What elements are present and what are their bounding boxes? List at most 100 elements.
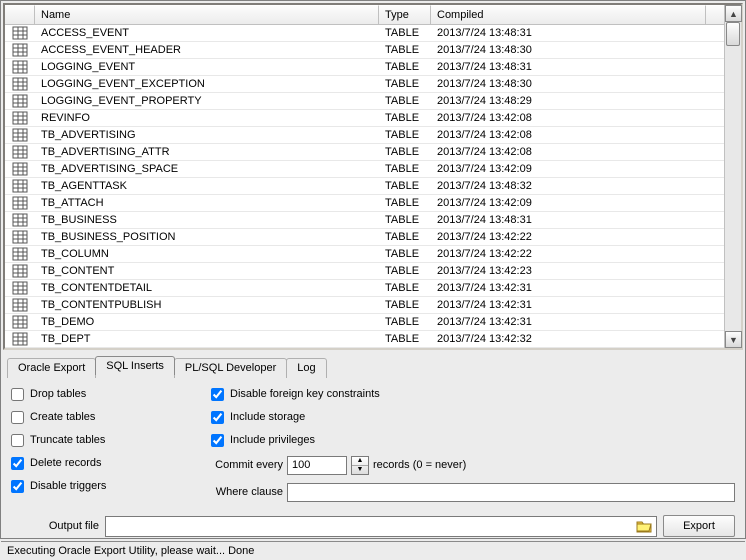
cell-compiled: 2013/7/24 13:48:32 [431, 179, 724, 193]
scroll-thumb[interactable] [726, 22, 740, 46]
table-icon [5, 26, 35, 40]
table-icon [5, 230, 35, 244]
table-row[interactable]: ACCESS_EVENT_HEADERTABLE2013/7/24 13:48:… [5, 42, 724, 59]
cell-compiled: 2013/7/24 13:42:08 [431, 145, 724, 159]
table-row[interactable]: TB_AGENTTASKTABLE2013/7/24 13:48:32 [5, 178, 724, 195]
checkbox-include-storage[interactable] [211, 411, 224, 424]
cell-name: TB_CONTENT [35, 264, 379, 278]
cell-name: TB_ATTACH [35, 196, 379, 210]
grid-header: Name Type Compiled [5, 5, 724, 25]
table-row[interactable]: TB_ADVERTISINGTABLE2013/7/24 13:42:08 [5, 127, 724, 144]
cell-type: TABLE [379, 94, 431, 108]
cell-compiled: 2013/7/24 13:42:22 [431, 247, 724, 261]
table-row[interactable]: ACCESS_EVENTTABLE2013/7/24 13:48:31 [5, 25, 724, 42]
cell-name: ACCESS_EVENT [35, 26, 379, 40]
table-row[interactable]: TB_COLUMNTABLE2013/7/24 13:42:22 [5, 246, 724, 263]
checkbox-include-privileges[interactable] [211, 434, 224, 447]
table-icon [5, 43, 35, 57]
table-row[interactable]: LOGGING_EVENT_EXCEPTIONTABLE2013/7/24 13… [5, 76, 724, 93]
table-row[interactable]: TB_DEMOTABLE2013/7/24 13:42:31 [5, 314, 724, 331]
cell-name: TB_CONTENTDETAIL [35, 281, 379, 295]
scroll-down-button[interactable]: ▼ [725, 331, 742, 348]
table-icon [5, 162, 35, 176]
table-icon [5, 60, 35, 74]
cell-name: TB_COLUMN [35, 247, 379, 261]
table-icon [5, 145, 35, 159]
cell-name: LOGGING_EVENT_PROPERTY [35, 94, 379, 108]
table-row[interactable]: LOGGING_EVENT_PROPERTYTABLE2013/7/24 13:… [5, 93, 724, 110]
cell-type: TABLE [379, 77, 431, 91]
cell-name: TB_ADVERTISING_SPACE [35, 162, 379, 176]
table-row[interactable]: TB_BUSINESSTABLE2013/7/24 13:48:31 [5, 212, 724, 229]
checkbox-disable-triggers[interactable] [11, 480, 24, 493]
cell-compiled: 2013/7/24 13:42:08 [431, 128, 724, 142]
column-header-spacer [706, 5, 724, 24]
tab-log[interactable]: Log [286, 358, 326, 378]
cell-compiled: 2013/7/24 13:42:08 [431, 111, 724, 125]
table-row[interactable]: TB_DEPTTABLE2013/7/24 13:42:32 [5, 331, 724, 348]
label-where-clause: Where clause [211, 486, 283, 498]
cell-name: REVINFO [35, 111, 379, 125]
table-row[interactable]: TB_ADVERTISING_ATTRTABLE2013/7/24 13:42:… [5, 144, 724, 161]
cell-name: ACCESS_EVENT_HEADER [35, 43, 379, 57]
cell-type: TABLE [379, 230, 431, 244]
cell-type: TABLE [379, 111, 431, 125]
tab-plsql-developer[interactable]: PL/SQL Developer [174, 358, 287, 378]
label-truncate-tables: Truncate tables [30, 434, 105, 446]
label-disable-triggers: Disable triggers [30, 480, 106, 492]
table-icon [5, 77, 35, 91]
cell-compiled: 2013/7/24 13:42:09 [431, 162, 724, 176]
cell-compiled: 2013/7/24 13:42:31 [431, 315, 724, 329]
checkbox-create-tables[interactable] [11, 411, 24, 424]
scroll-up-button[interactable]: ▲ [725, 5, 742, 22]
input-output-file[interactable] [106, 520, 633, 532]
cell-compiled: 2013/7/24 13:48:31 [431, 26, 724, 40]
table-row[interactable]: LOGGING_EVENTTABLE2013/7/24 13:48:31 [5, 59, 724, 76]
folder-icon [636, 519, 652, 533]
vertical-scrollbar[interactable]: ▲ ▼ [724, 5, 741, 348]
cell-compiled: 2013/7/24 13:42:31 [431, 281, 724, 295]
cell-name: LOGGING_EVENT_EXCEPTION [35, 77, 379, 91]
column-header-compiled[interactable]: Compiled [431, 5, 706, 24]
label-create-tables: Create tables [30, 411, 95, 423]
cell-compiled: 2013/7/24 13:42:22 [431, 230, 724, 244]
cell-name: TB_DEMO [35, 315, 379, 329]
column-header-icon[interactable] [5, 5, 35, 24]
table-row[interactable]: TB_CONTENTDETAILTABLE2013/7/24 13:42:31 [5, 280, 724, 297]
checkbox-drop-tables[interactable] [11, 388, 24, 401]
table-icon [5, 111, 35, 125]
cell-type: TABLE [379, 281, 431, 295]
spinner-commit[interactable]: ▲▼ [351, 456, 369, 475]
checkbox-disable-fk[interactable] [211, 388, 224, 401]
cell-compiled: 2013/7/24 13:48:29 [431, 94, 724, 108]
cell-compiled: 2013/7/24 13:42:09 [431, 196, 724, 210]
table-row[interactable]: TB_BUSINESS_POSITIONTABLE2013/7/24 13:42… [5, 229, 724, 246]
table-row[interactable]: TB_CONTENTPUBLISHTABLE2013/7/24 13:42:31 [5, 297, 724, 314]
table-icon [5, 281, 35, 295]
cell-type: TABLE [379, 264, 431, 278]
cell-compiled: 2013/7/24 13:48:30 [431, 43, 724, 57]
table-icon [5, 94, 35, 108]
tab-oracle-export[interactable]: Oracle Export [7, 358, 96, 378]
cell-compiled: 2013/7/24 13:42:23 [431, 264, 724, 278]
table-row[interactable]: REVINFOTABLE2013/7/24 13:42:08 [5, 110, 724, 127]
column-header-type[interactable]: Type [379, 5, 431, 24]
table-icon [5, 247, 35, 261]
tab-sql-inserts[interactable]: SQL Inserts [95, 356, 175, 376]
label-commit-every: Commit every [211, 459, 283, 471]
table-row[interactable]: TB_ATTACHTABLE2013/7/24 13:42:09 [5, 195, 724, 212]
cell-name: TB_ADVERTISING [35, 128, 379, 142]
export-button[interactable]: Export [663, 515, 735, 537]
column-header-name[interactable]: Name [35, 5, 379, 24]
input-commit-every[interactable] [287, 456, 347, 475]
table-icon [5, 315, 35, 329]
cell-type: TABLE [379, 26, 431, 40]
checkbox-truncate-tables[interactable] [11, 434, 24, 447]
table-row[interactable]: TB_CONTENTTABLE2013/7/24 13:42:23 [5, 263, 724, 280]
input-where-clause[interactable] [287, 483, 735, 502]
table-row[interactable]: TB_ADVERTISING_SPACETABLE2013/7/24 13:42… [5, 161, 724, 178]
browse-folder-button[interactable] [633, 517, 655, 536]
checkbox-delete-records[interactable] [11, 457, 24, 470]
label-output-file: Output file [11, 520, 99, 532]
status-bar: Executing Oracle Export Utility, please … [1, 541, 745, 560]
